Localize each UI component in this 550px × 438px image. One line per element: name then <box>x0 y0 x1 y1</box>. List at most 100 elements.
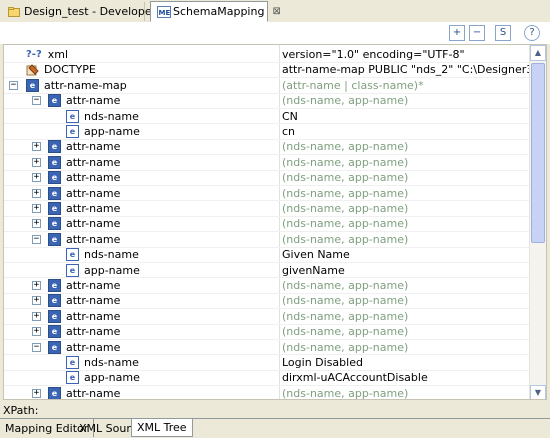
tab-design-test[interactable]: Design_test - Developer <box>2 2 156 21</box>
node-name-cell: e attr-name <box>48 278 120 293</box>
node-name-cell: e app-name <box>66 124 140 139</box>
tab-label: Design_test - Developer <box>24 5 157 18</box>
node-value: (nds-name, app-name) <box>282 340 409 354</box>
element-icon: e <box>48 279 61 292</box>
expand-icon[interactable]: + <box>32 219 41 229</box>
node-label: attr-name <box>66 186 121 200</box>
vertical-scrollbar[interactable]: ▲ ▼ <box>529 45 546 399</box>
element-icon: e <box>66 125 79 138</box>
node-name-cell: e attr-name <box>48 309 120 324</box>
tree-row[interactable]: + e attr-name (nds-name, app-name) <box>4 324 532 341</box>
node-name-cell: e attr-name <box>48 170 120 185</box>
tree-row[interactable]: + e attr-name (nds-name, app-name) <box>4 309 532 325</box>
element-icon: e <box>66 371 79 385</box>
tree-row[interactable]: + e attr-name (nds-name, app-name) <box>4 139 532 156</box>
tree-row[interactable]: e nds-name CN <box>4 109 532 125</box>
tree-row[interactable]: + e attr-name (nds-name, app-name) <box>4 201 532 217</box>
tab-xml-tree[interactable]: XML Tree <box>131 419 193 437</box>
tree-row[interactable]: + e attr-name (nds-name, app-name) <box>4 386 532 399</box>
node-label: nds-name <box>84 109 139 123</box>
node-label: nds-name <box>84 248 139 262</box>
tree-row[interactable]: − e attr-name (nds-name, app-name) <box>4 232 532 248</box>
tree-row[interactable]: e nds-name Login Disabled <box>4 355 532 371</box>
scroll-up-button[interactable]: ▲ <box>530 45 546 61</box>
element-icon: e <box>48 309 61 323</box>
node-name-cell: e app-name <box>66 370 140 385</box>
element-icon: e <box>48 217 61 231</box>
node-label: app-name <box>84 263 140 277</box>
node-label: attr-name <box>66 232 121 246</box>
node-value: (nds-name, app-name) <box>282 232 409 246</box>
element-icon: e <box>48 140 61 154</box>
expand-all-button[interactable]: + <box>449 25 465 41</box>
tree-row[interactable]: − e attr-name (nds-name, app-name) <box>4 93 532 110</box>
tree-row[interactable]: + e attr-name (nds-name, app-name) <box>4 216 532 233</box>
node-name-cell: e attr-name <box>48 216 120 231</box>
expand-icon[interactable]: + <box>32 204 41 213</box>
node-value: (nds-name, app-name) <box>282 94 409 108</box>
tree-row[interactable]: e app-name givenName <box>4 263 532 279</box>
tree-row[interactable]: − e attr-name-map (attr-name | class-name)* <box>4 78 532 94</box>
node-name-cell: e nds-name <box>66 247 139 262</box>
help-button[interactable]: ? <box>524 25 540 41</box>
element-icon: e <box>48 202 61 215</box>
expand-icon[interactable]: + <box>32 327 41 337</box>
expand-icon[interactable]: + <box>32 188 41 198</box>
source-button[interactable]: S <box>495 25 511 41</box>
tree-row[interactable]: + e attr-name (nds-name, app-name) <box>4 170 532 187</box>
tree-row[interactable]: − e attr-name (nds-name, app-name) <box>4 340 532 356</box>
element-icon: e <box>48 325 61 339</box>
node-label: xml <box>47 48 69 61</box>
collapse-icon[interactable]: − <box>32 342 41 352</box>
node-name-cell: e attr-name <box>48 139 120 154</box>
bottom-tab-bar: Mapping Editor XML Source XML Tree <box>0 418 550 438</box>
tree-row[interactable]: + e attr-name (nds-name, app-name) <box>4 278 532 294</box>
tab-label: SchemaMapping <box>173 5 265 18</box>
xml-file-icon: ME <box>157 5 171 18</box>
expand-icon[interactable]: + <box>32 388 41 398</box>
tree-row[interactable]: + e attr-name (nds-name, app-name) <box>4 186 532 202</box>
node-label: attr-name <box>66 279 121 292</box>
doctype-icon <box>26 64 40 76</box>
expand-icon[interactable]: + <box>32 173 41 183</box>
node-value: (nds-name, app-name) <box>282 186 409 200</box>
tab-label: XML Tree <box>137 421 187 434</box>
collapse-icon[interactable]: − <box>32 96 41 106</box>
expand-icon[interactable]: + <box>32 296 41 306</box>
node-name-cell: e attr-name <box>48 201 120 216</box>
expand-icon[interactable]: + <box>32 142 41 152</box>
node-name-cell: DOCTYPE <box>26 62 96 77</box>
tree-row[interactable]: + e attr-name (nds-name, app-name) <box>4 293 532 310</box>
tree-row[interactable]: + e attr-name (nds-name, app-name) <box>4 155 532 171</box>
expand-icon[interactable]: + <box>32 157 41 167</box>
node-value: CN <box>282 109 298 123</box>
collapse-icon[interactable]: − <box>32 234 41 244</box>
node-name-cell: e app-name <box>66 263 140 278</box>
tree-row[interactable]: ?-? xml version="1.0" encoding="UTF-8" <box>4 47 532 63</box>
node-name-cell: e attr-name <box>48 93 120 108</box>
close-icon[interactable]: ⊠ <box>272 6 280 17</box>
tab-schemamapping[interactable]: ME SchemaMapping ⊠ <box>150 1 281 22</box>
element-icon: e <box>48 386 61 399</box>
element-icon: e <box>48 294 61 308</box>
tree-row[interactable]: e app-name dirxml-uACAccountDisable <box>4 370 532 387</box>
node-value: (nds-name, app-name) <box>282 294 409 308</box>
collapse-icon[interactable]: − <box>9 80 18 90</box>
node-value: attr-name-map PUBLIC "nds_2" "C:\Designe… <box>282 63 532 77</box>
tree-row[interactable]: DOCTYPE attr-name-map PUBLIC "nds_2" "C:\… <box>4 62 532 79</box>
node-label: attr-name <box>66 94 121 108</box>
tree-row[interactable]: e nds-name Given Name <box>4 247 532 264</box>
node-label: nds-name <box>84 356 139 369</box>
processing-instruction-icon: ?-? <box>26 49 42 60</box>
node-value: (nds-name, app-name) <box>282 279 409 292</box>
node-name-cell: e nds-name <box>66 109 139 124</box>
collapse-all-button[interactable]: − <box>469 25 485 41</box>
node-value: version="1.0" encoding="UTF-8" <box>282 48 465 61</box>
node-value: (attr-name | class-name)* <box>282 78 424 92</box>
node-label: attr-name-map <box>44 78 127 92</box>
scroll-down-button[interactable]: ▼ <box>530 385 546 399</box>
expand-icon[interactable]: + <box>32 281 41 290</box>
scroll-thumb[interactable] <box>531 63 545 243</box>
expand-icon[interactable]: + <box>32 311 41 321</box>
tree-row[interactable]: e app-name cn <box>4 124 532 140</box>
